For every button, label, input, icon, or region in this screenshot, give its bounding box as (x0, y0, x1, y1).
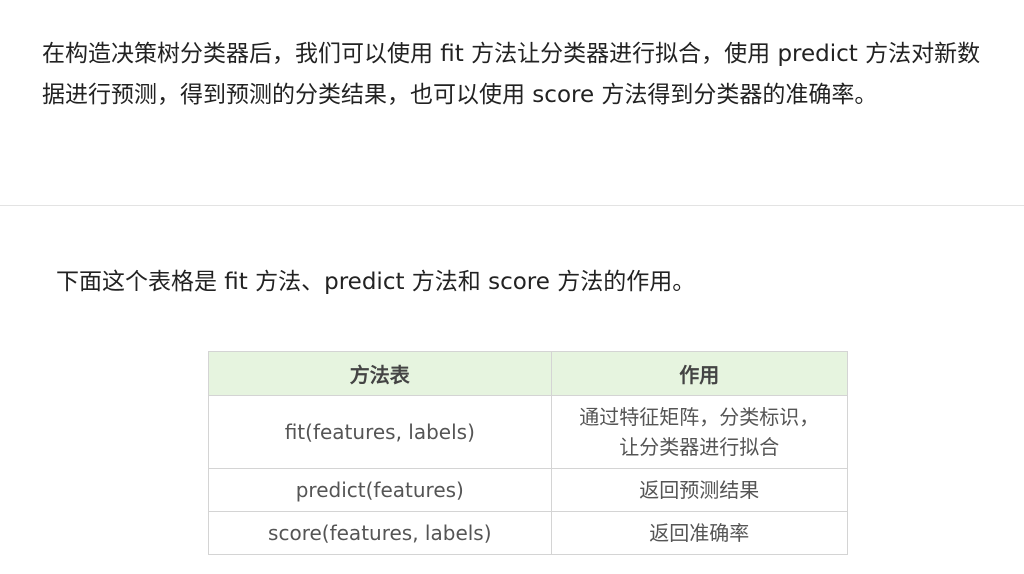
table-row: fit(features, labels) 通过特征矩阵，分类标识， 让分类器进… (208, 395, 849, 469)
header-method: 方法表 (208, 351, 552, 396)
method-cell: fit(features, labels) (208, 395, 552, 469)
table-header-row: 方法表 作用 (208, 351, 849, 396)
method-cell: predict(features) (208, 468, 552, 512)
use-cell: 返回预测结果 (550, 468, 849, 512)
methods-table: 方法表 作用 fit(features, labels) 通过特征矩阵，分类标识… (208, 351, 849, 555)
use-text-line: 通过特征矩阵，分类标识， (579, 405, 820, 429)
use-cell: 返回准确率 (550, 511, 849, 555)
intro-paragraph: 在构造决策树分类器后，我们可以使用 fit 方法让分类器进行拟合，使用 pred… (42, 41, 981, 108)
method-cell: score(features, labels) (208, 511, 552, 555)
use-text-line: 让分类器进行拟合 (619, 435, 780, 459)
table-intro-paragraph: 下面这个表格是 fit 方法、predict 方法和 score 方法的作用。 (56, 269, 696, 295)
use-cell: 通过特征矩阵，分类标识， 让分类器进行拟合 (550, 395, 849, 469)
header-use: 作用 (550, 351, 849, 396)
table-row: score(features, labels) 返回准确率 (208, 511, 849, 555)
section-divider (0, 205, 1024, 206)
table-row: predict(features) 返回预测结果 (208, 468, 849, 512)
